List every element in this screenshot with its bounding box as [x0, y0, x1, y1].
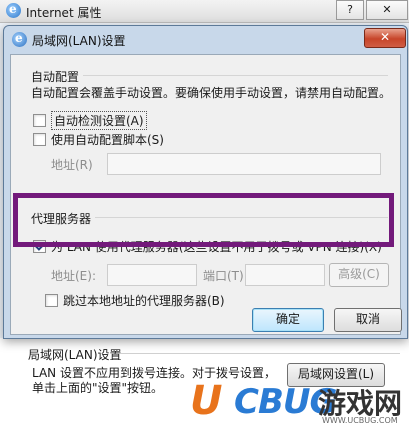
- parent-close-button[interactable]: ✕: [366, 0, 408, 20]
- auto-detect-row[interactable]: 自动检测设置(A): [33, 111, 147, 130]
- auto-detect-checkbox[interactable]: [33, 114, 46, 127]
- proxy-address-label: 地址(E):: [51, 269, 96, 283]
- script-address-input[interactable]: [107, 153, 381, 175]
- bypass-local-label[interactable]: 跳过本地地址的代理服务器(B): [63, 292, 225, 309]
- dialog-title: 局域网(LAN)设置: [32, 34, 126, 48]
- lan-settings-group-title: 局域网(LAN)设置: [28, 348, 122, 362]
- cancel-button[interactable]: 取消: [334, 308, 402, 332]
- parent-window-title: Internet 属性: [26, 6, 102, 20]
- help-button[interactable]: ?: [336, 0, 364, 20]
- proxy-address-input[interactable]: [107, 264, 197, 286]
- watermark-logo: U CBUG 游戏网 WWW.UCBUG.COM: [190, 378, 405, 432]
- internet-explorer-icon: e: [6, 2, 21, 18]
- proxy-port-input[interactable]: [245, 264, 325, 286]
- use-script-label[interactable]: 使用自动配置脚本(S): [51, 131, 164, 148]
- lan-settings-dialog: e 局域网(LAN)设置 ✕ 自动配置 自动配置会覆盖手动设置。要确保使用手动设…: [3, 25, 408, 339]
- use-script-row[interactable]: 使用自动配置脚本(S): [33, 131, 164, 148]
- internet-explorer-icon: e: [12, 31, 27, 47]
- script-address-label: 地址(R): [51, 158, 93, 172]
- auto-config-description: 自动配置会覆盖手动设置。要确保使用手动设置，请禁用自动配置。: [31, 86, 392, 100]
- bypass-local-row[interactable]: 跳过本地地址的代理服务器(B): [45, 292, 225, 309]
- dialog-close-button[interactable]: ✕: [364, 28, 406, 48]
- advanced-button[interactable]: 高级(C): [329, 263, 389, 287]
- ok-button[interactable]: 确定: [252, 308, 324, 332]
- watermark-url: WWW.UCBUG.COM: [322, 416, 398, 425]
- group-divider: [83, 75, 388, 76]
- group-divider: [120, 353, 400, 354]
- auto-detect-label[interactable]: 自动检测设置(A): [51, 111, 147, 130]
- auto-config-group-title: 自动配置: [31, 70, 80, 84]
- proxy-port-label: 端口(T):: [203, 269, 248, 283]
- bypass-local-checkbox[interactable]: [45, 294, 58, 307]
- dialog-titlebar[interactable]: e 局域网(LAN)设置 ✕: [4, 26, 407, 53]
- watermark-letter: U: [190, 378, 223, 424]
- highlight-box: [13, 193, 394, 247]
- parent-titlebar: e Internet 属性 ? ✕: [0, 0, 409, 23]
- use-script-checkbox[interactable]: [33, 133, 46, 146]
